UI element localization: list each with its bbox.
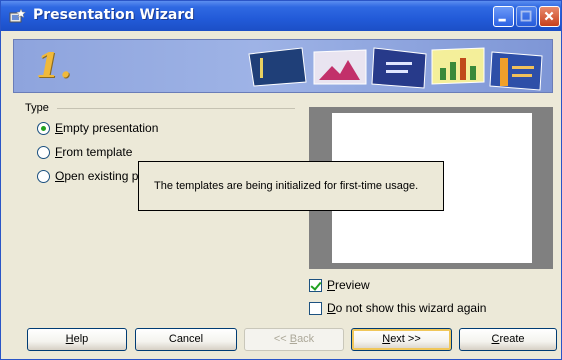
type-group-divider <box>57 108 295 109</box>
minimize-button[interactable] <box>493 6 514 27</box>
minimize-icon <box>498 18 506 22</box>
wizard-step-banner: 1. <box>13 39 553 93</box>
radio-from-template[interactable]: From template <box>37 145 132 159</box>
slide-templates-illustration <box>248 47 543 91</box>
wizard-app-icon <box>9 8 27 23</box>
back-button: << Back <box>244 328 344 351</box>
preview-checkbox[interactable] <box>309 278 322 292</box>
radio-label: Open existing pr <box>55 169 143 183</box>
radio-button[interactable] <box>37 121 50 135</box>
no-show-checkbox-row[interactable]: Do not show this wizard again <box>309 301 486 315</box>
radio-label: From template <box>55 145 133 159</box>
cancel-button[interactable]: Cancel <box>135 328 237 351</box>
type-group-label: Type <box>25 102 49 114</box>
window-title: Presentation Wizard <box>33 7 195 23</box>
next-button[interactable]: Next >> <box>351 328 452 351</box>
radio-empty-presentation[interactable]: Empty presentation <box>37 121 158 135</box>
no-show-checkbox[interactable] <box>309 301 322 315</box>
radio-label: Empty presentation <box>55 121 159 135</box>
close-icon <box>544 11 554 21</box>
title-bar[interactable]: Presentation Wizard <box>1 1 561 31</box>
help-button[interactable]: Help <box>27 328 127 351</box>
close-button[interactable] <box>539 6 560 27</box>
radio-button[interactable] <box>37 145 50 159</box>
maximize-button <box>516 6 537 27</box>
tooltip-text: The templates are being initialized for … <box>154 180 419 192</box>
no-show-checkbox-label: Do not show this wizard again <box>327 301 487 315</box>
radio-open-existing[interactable]: Open existing pr <box>37 169 142 183</box>
preview-checkbox-label: Preview <box>327 278 370 292</box>
create-button[interactable]: Create <box>459 328 557 351</box>
step-number: 1. <box>36 46 72 86</box>
presentation-wizard-window: Presentation Wizard 1. Type Empty presen… <box>0 0 562 360</box>
radio-button[interactable] <box>37 169 50 183</box>
preview-checkbox-row[interactable]: Preview <box>309 278 370 292</box>
maximize-icon <box>520 10 532 22</box>
initializing-tooltip: The templates are being initialized for … <box>138 161 444 211</box>
